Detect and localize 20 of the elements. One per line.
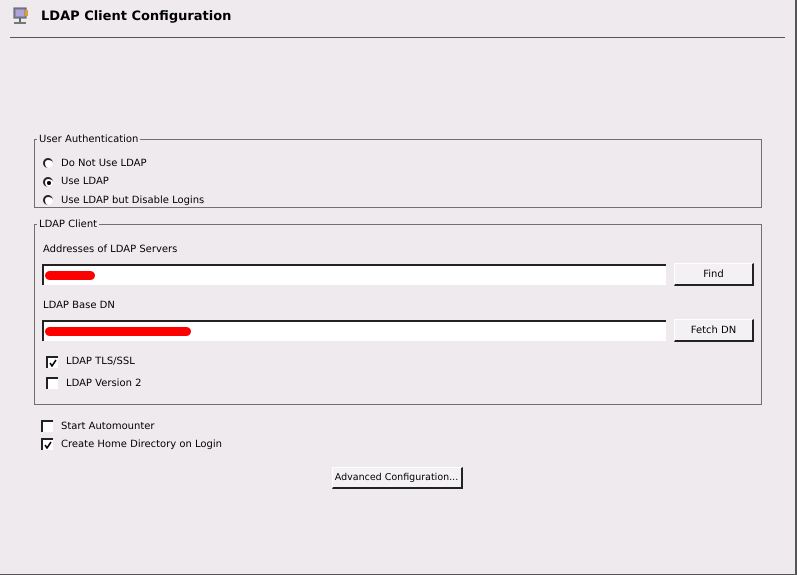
input-field[interactable] — [42, 264, 666, 285]
checkbox-option[interactable]: LDAP TLS/SSL — [46, 351, 761, 372]
checkmark-icon — [49, 358, 57, 367]
action-button[interactable]: Fetch DN — [674, 319, 754, 342]
window-title: LDAP Client Configuration — [41, 8, 232, 24]
checkmark-icon — [44, 441, 52, 449]
radio-option[interactable]: Do Not Use LDAP — [43, 154, 761, 172]
radio-option[interactable]: Use LDAP — [43, 172, 761, 191]
field-label: Addresses of LDAP Servers — [43, 244, 178, 257]
advanced-configuration-button[interactable]: Advanced Configuration... — [332, 467, 462, 489]
field-label: LDAP Base DN — [43, 300, 116, 313]
group-title: User Authentication — [38, 134, 140, 145]
computer-icon — [11, 7, 29, 25]
group-title: LDAP Client — [38, 219, 98, 230]
radio-option[interactable]: Use LDAP but Disable Logins — [43, 191, 761, 210]
input-field[interactable] — [42, 320, 666, 341]
checkbox-option[interactable]: Create Home Directory on Login — [41, 435, 795, 453]
action-button[interactable]: Find — [674, 263, 754, 286]
checkbox-option[interactable]: LDAP Version 2 — [46, 372, 761, 394]
checkbox-option[interactable]: Start Automounter — [41, 417, 795, 435]
